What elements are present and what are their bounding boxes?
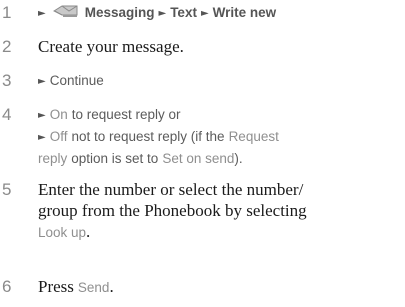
arrow-icon: ► — [38, 132, 46, 143]
option-off: Off — [49, 129, 68, 144]
messaging-envelope-icon — [52, 3, 79, 25]
step-line: ► Off not to request reply (if the Reque… — [38, 126, 400, 148]
step-text: Press — [38, 277, 74, 296]
step-content: ► Messaging ► Text ► Write new — [38, 2, 400, 25]
step-content: ► Continue — [38, 70, 400, 92]
arrow-icon: ► — [38, 76, 46, 87]
menu-messaging: Messaging — [84, 5, 155, 20]
arrow-icon: ► — [200, 8, 209, 19]
step-text: Create your message. — [38, 37, 184, 56]
step-text: not to request reply (if the — [71, 129, 225, 144]
step-number: 2 — [2, 37, 12, 56]
option-on: On — [49, 107, 68, 122]
option-request: Request — [228, 129, 279, 144]
step-content: Press Send. — [38, 276, 400, 298]
step-line: reply option is set to Set on send). — [38, 148, 400, 169]
arrow-icon: ► — [38, 110, 46, 121]
step-text: group from the Phonebook by selecting — [38, 201, 307, 220]
step-text: to request reply or — [71, 107, 181, 122]
arrow-icon: ► — [158, 8, 167, 19]
step-line: ► On to request reply or — [38, 104, 400, 126]
step-number: 5 — [2, 180, 12, 199]
step-text: . — [109, 277, 114, 296]
step-number: 1 — [2, 3, 12, 22]
option-set-on-send: Set on send — [162, 151, 235, 166]
step-text: Enter the number or select the number/ — [38, 180, 304, 199]
step-text: . — [86, 222, 91, 241]
option-send: Send — [77, 280, 110, 295]
option-reply: reply — [38, 151, 68, 166]
step-content: ► On to request reply or ► Off not to re… — [38, 104, 400, 169]
menu-text: Text — [170, 5, 197, 20]
step-content: Create your message. — [38, 36, 400, 57]
step-text: ). — [234, 151, 243, 166]
menu-write-new: Write new — [212, 5, 277, 20]
step-line: Look up. — [38, 221, 400, 243]
arrow-icon: ► — [38, 8, 46, 19]
step-number: 4 — [2, 105, 12, 124]
step-number: 6 — [2, 277, 12, 296]
menu-path: ► Messaging ► Text ► Write new — [38, 2, 400, 25]
option-look-up: Look up — [38, 225, 87, 240]
step-text: option is set to — [71, 151, 159, 166]
step-number: 3 — [2, 71, 12, 90]
continue-label: Continue — [49, 73, 104, 88]
step-content: Enter the number or select the number/ g… — [38, 179, 400, 243]
step-line: ► Continue — [38, 70, 400, 92]
step-line: Press Send. — [38, 276, 400, 298]
